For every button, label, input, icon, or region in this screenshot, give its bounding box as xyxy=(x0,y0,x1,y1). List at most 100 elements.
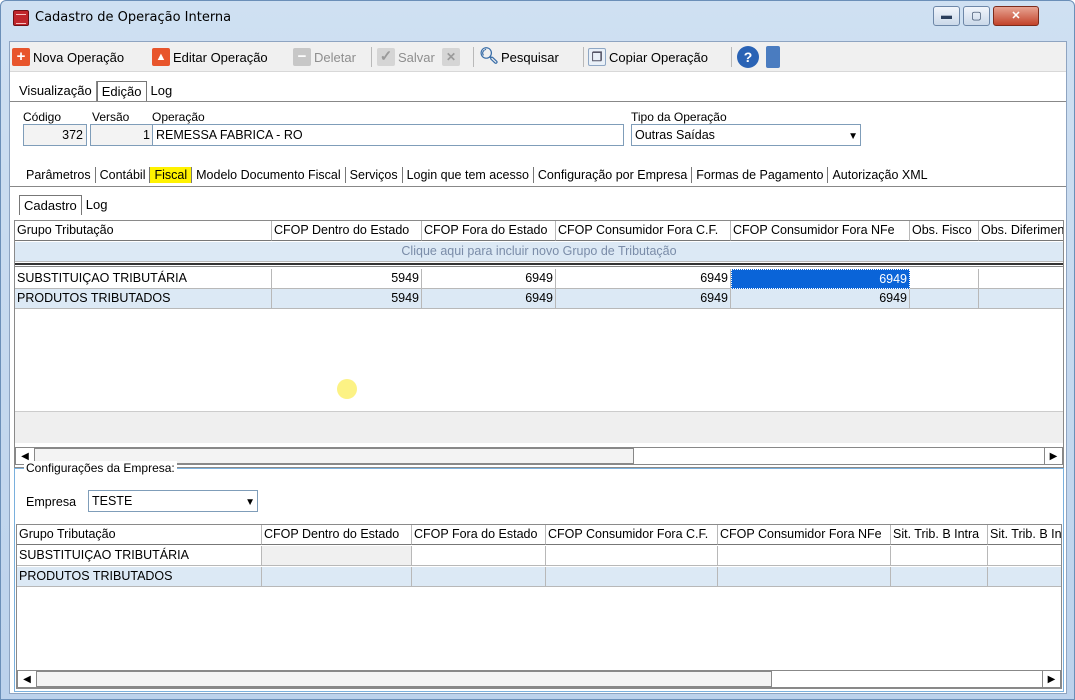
col-sit-trib-intra[interactable]: Sit. Trib. B Intra xyxy=(891,525,988,545)
cell-cfop-consumidor-cf[interactable] xyxy=(546,567,718,587)
col-cfop-consumidor-nfe[interactable]: CFOP Consumidor Fora NFe xyxy=(718,525,891,545)
cell-cfop-dentro[interactable] xyxy=(262,567,412,587)
exit-button[interactable] xyxy=(766,46,783,68)
tab-autorizacao-xml[interactable]: Autorização XML xyxy=(828,167,931,183)
col-cfop-dentro[interactable]: CFOP Dentro do Estado xyxy=(272,221,422,241)
tab-formas-pagamento[interactable]: Formas de Pagamento xyxy=(692,167,829,183)
pesquisar-button[interactable]: 🔍︎ Pesquisar xyxy=(479,47,559,67)
col-cfop-consumidor-cf[interactable]: CFOP Consumidor Fora C.F. xyxy=(546,525,718,545)
cancelar-button[interactable]: ✕ xyxy=(442,47,463,67)
minimize-button[interactable]: ▬ xyxy=(933,6,960,26)
cell-cfop-dentro[interactable] xyxy=(262,546,412,566)
copy-icon: ❐ xyxy=(588,48,606,66)
title-bar[interactable]: Cadastro de Operação Interna ▬ ▢ ✕ xyxy=(1,1,1074,33)
toolbar-separator xyxy=(731,47,732,67)
scroll-left-icon[interactable]: ◀ xyxy=(18,671,36,687)
copiar-operacao-label: Copiar Operação xyxy=(609,49,708,65)
operacao-field[interactable]: REMESSA FABRICA - RO xyxy=(152,124,624,146)
cell-obs-diferimento[interactable] xyxy=(979,269,1063,289)
fiscal-tabs: Parâmetros Contábil Fiscal Modelo Docume… xyxy=(22,167,932,183)
tab-cadastro[interactable]: Cadastro xyxy=(19,195,82,215)
cell-cfop-fora[interactable] xyxy=(412,567,546,587)
new-row[interactable]: Clique aqui para incluir novo Grupo de T… xyxy=(15,242,1063,262)
salvar-label: Salvar xyxy=(398,49,435,65)
col-cfop-fora[interactable]: CFOP Fora do Estado xyxy=(422,221,556,241)
minus-icon: − xyxy=(293,48,311,66)
cell-cfop-consumidor-nfe[interactable] xyxy=(718,546,891,566)
tab-login-acesso[interactable]: Login que tem acesso xyxy=(403,167,534,183)
sub-tabs: Cadastro Log xyxy=(19,195,111,215)
table-row[interactable]: SUBSTITUIÇAO TRIBUTÁRIA xyxy=(17,546,1061,566)
nova-operacao-label: Nova Operação xyxy=(33,49,125,65)
cell-cfop-consumidor-nfe-selected[interactable]: 6949 xyxy=(731,269,910,289)
cell-cfop-consumidor-nfe[interactable]: 6949 xyxy=(731,289,910,309)
nova-operacao-button[interactable]: + Nova Operação xyxy=(12,47,124,67)
tipo-operacao-select[interactable]: Outras Saídas ▼ xyxy=(631,124,861,146)
col-cfop-fora[interactable]: CFOP Fora do Estado xyxy=(412,525,546,545)
versao-field[interactable]: 1 xyxy=(90,124,154,146)
table-row[interactable]: PRODUTOS TRIBUTADOS 5949 6949 6949 6949 xyxy=(15,289,1063,309)
cell-grupo[interactable]: PRODUTOS TRIBUTADOS xyxy=(15,289,272,309)
editar-operacao-button[interactable]: ▲ Editar Operação xyxy=(152,47,268,67)
cell-obs-diferimento[interactable] xyxy=(979,289,1063,309)
tab-contabil[interactable]: Contábil xyxy=(96,167,151,183)
col-grupo-tributacao[interactable]: Grupo Tributação xyxy=(15,221,272,241)
cell-obs-fisco[interactable] xyxy=(910,289,979,309)
cell-obs-fisco[interactable] xyxy=(910,269,979,289)
col-cfop-consumidor-nfe[interactable]: CFOP Consumidor Fora NFe xyxy=(731,221,910,241)
deletar-label: Deletar xyxy=(314,49,356,65)
deletar-button[interactable]: − Deletar xyxy=(293,47,356,67)
cell-cfop-consumidor-cf[interactable]: 6949 xyxy=(556,269,731,289)
table-row[interactable]: SUBSTITUIÇAO TRIBUTÁRIA 5949 6949 6949 6… xyxy=(15,269,1063,289)
toolbar-separator xyxy=(371,47,372,67)
codigo-field[interactable]: 372 xyxy=(23,124,87,146)
scroll-right-icon[interactable]: ▶ xyxy=(1044,448,1062,464)
cell-cfop-dentro[interactable]: 5949 xyxy=(272,289,422,309)
copiar-operacao-button[interactable]: ❐ Copiar Operação xyxy=(588,47,708,67)
plus-icon: + xyxy=(12,48,30,66)
salvar-button[interactable]: ✓ Salvar xyxy=(377,47,435,67)
tab-configuracao-empresa[interactable]: Configuração por Empresa xyxy=(534,167,693,183)
cell-grupo[interactable]: SUBSTITUIÇAO TRIBUTÁRIA xyxy=(15,269,272,289)
tab-servicos[interactable]: Serviços xyxy=(346,167,403,183)
tab-visualizacao[interactable]: Visualização xyxy=(15,81,97,101)
col-grupo-tributacao[interactable]: Grupo Tributação xyxy=(17,525,262,545)
scroll-right-icon[interactable]: ▶ xyxy=(1042,671,1060,687)
col-obs-diferimento[interactable]: Obs. Diferimen xyxy=(979,221,1063,241)
window-title: Cadastro de Operação Interna xyxy=(35,10,232,25)
close-button[interactable]: ✕ xyxy=(993,6,1039,26)
col-obs-fisco[interactable]: Obs. Fisco xyxy=(910,221,979,241)
empresa-select[interactable]: TESTE ▼ xyxy=(88,490,258,512)
col-cfop-dentro[interactable]: CFOP Dentro do Estado xyxy=(262,525,412,545)
cell-cfop-fora[interactable] xyxy=(412,546,546,566)
maximize-button[interactable]: ▢ xyxy=(963,6,990,26)
tab-sub-log[interactable]: Log xyxy=(82,195,112,215)
tab-log[interactable]: Log xyxy=(147,81,177,101)
toolbar: + Nova Operação ▲ Editar Operação − Dele… xyxy=(10,42,1066,72)
cell-cfop-consumidor-cf[interactable]: 6949 xyxy=(556,289,731,309)
dropdown-arrow-icon: ▼ xyxy=(848,131,858,142)
cell-grupo[interactable]: SUBSTITUIÇAO TRIBUTÁRIA xyxy=(17,546,262,566)
cell-cfop-consumidor-cf[interactable] xyxy=(546,546,718,566)
horizontal-scrollbar[interactable]: ◀ ▶ xyxy=(17,670,1061,688)
cell-cfop-dentro[interactable]: 5949 xyxy=(272,269,422,289)
cell-grupo[interactable]: PRODUTOS TRIBUTADOS xyxy=(17,567,262,587)
cell-sit-trib-inter[interactable] xyxy=(988,546,1061,566)
col-sit-trib-inter[interactable]: Sit. Trib. B In xyxy=(988,525,1061,545)
scroll-thumb[interactable] xyxy=(36,671,772,687)
table-row[interactable]: PRODUTOS TRIBUTADOS xyxy=(17,567,1061,587)
cell-cfop-fora[interactable]: 6949 xyxy=(422,289,556,309)
help-button[interactable]: ? xyxy=(737,46,762,68)
toolbar-separator xyxy=(583,47,584,67)
cell-sit-trib-intra[interactable] xyxy=(891,546,988,566)
tab-fiscal[interactable]: Fiscal xyxy=(150,167,193,183)
tab-edicao[interactable]: Edição xyxy=(96,81,147,101)
tab-modelo-documento-fiscal[interactable]: Modelo Documento Fiscal xyxy=(192,167,346,183)
col-cfop-consumidor-cf[interactable]: CFOP Consumidor Fora C.F. xyxy=(556,221,731,241)
cell-cfop-consumidor-nfe[interactable] xyxy=(718,567,891,587)
cell-sit-trib-intra[interactable] xyxy=(891,567,988,587)
cell-cfop-fora[interactable]: 6949 xyxy=(422,269,556,289)
tab-parametros[interactable]: Parâmetros xyxy=(22,167,96,183)
cell-sit-trib-inter[interactable] xyxy=(988,567,1061,587)
pesquisar-label: Pesquisar xyxy=(501,49,559,65)
